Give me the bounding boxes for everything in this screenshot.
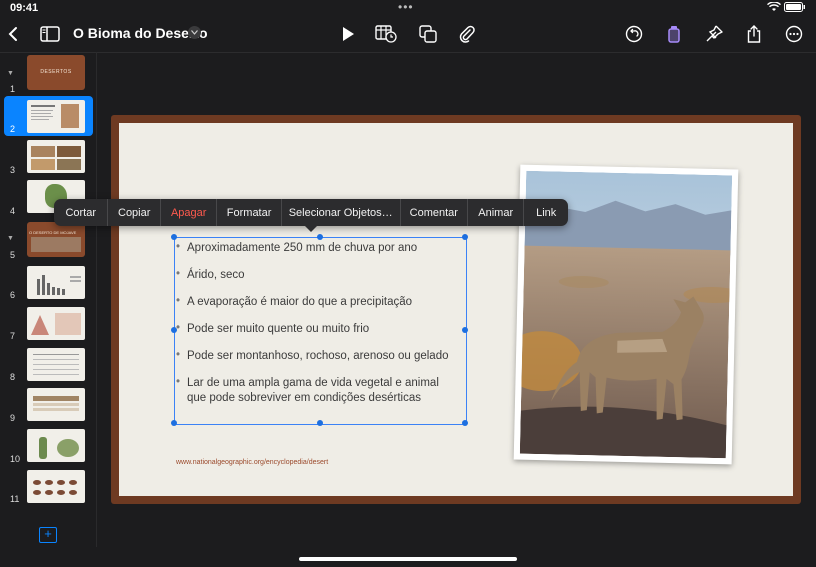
context-menu-caret — [305, 226, 317, 232]
bullet-text: Pode ser montanhoso, rochoso, arenoso ou… — [187, 350, 449, 362]
menu-item-select-objects[interactable]: Selecionar Objetos… — [282, 199, 401, 226]
slide-thumbnail-1[interactable]: DESERTOS — [27, 55, 85, 90]
slide-number: 8 — [10, 372, 16, 382]
bullet-marker: • — [176, 295, 181, 307]
multitasking-dots-icon[interactable]: ••• — [398, 0, 414, 14]
slide-thumbnail-3[interactable] — [27, 140, 85, 173]
current-slide[interactable]: ´ • Aproximadamente 250 mm de chuva por … — [119, 123, 793, 496]
slide-thumbnail-2[interactable] — [27, 100, 85, 133]
battery-icon — [784, 2, 805, 12]
home-indicator[interactable] — [299, 557, 517, 561]
menu-item-cut[interactable]: Cortar — [54, 199, 109, 226]
status-bar: 09:41 ••• — [0, 0, 816, 16]
slide-thumbnail-11[interactable] — [27, 470, 85, 503]
resize-handle[interactable] — [171, 420, 177, 426]
resize-handle[interactable] — [462, 234, 468, 240]
resize-handle[interactable] — [462, 327, 468, 333]
bullet-text: A evaporação é maior do que a precipitaç… — [187, 296, 413, 308]
slide-number: 3 — [10, 165, 16, 175]
slide-thumbnail-6[interactable] — [27, 266, 85, 299]
wifi-icon — [767, 1, 782, 11]
bullet-marker: • — [176, 268, 181, 280]
bullet-text: Lar de uma ampla gama de vida vegetal e … — [187, 377, 439, 389]
table-chart-icon[interactable] — [374, 22, 398, 46]
back-chevron-icon[interactable] — [1, 22, 25, 46]
slide-number: 4 — [10, 206, 16, 216]
title-menu-chevron-icon[interactable] — [188, 26, 201, 39]
thumbnail-title: DESERTOS — [40, 69, 72, 75]
slide-canvas: ´ • Aproximadamente 250 mm de chuva por … — [111, 115, 801, 504]
slide-thumbnail-7[interactable] — [27, 307, 85, 340]
thumbnail-title: O DESERTO DE MOJAVE — [29, 230, 77, 235]
bullet-text: que pode sobreviver em condições desérti… — [187, 392, 421, 404]
bullet-marker: • — [176, 322, 181, 334]
bullet-marker: • — [176, 241, 181, 253]
bullet-text: Aproximadamente 250 mm de chuva por ano — [187, 242, 418, 254]
share-icon[interactable] — [742, 22, 766, 46]
slide-number: 1 — [10, 84, 16, 94]
format-brush-icon[interactable] — [662, 22, 686, 46]
menu-item-link[interactable]: Link — [524, 199, 568, 226]
resize-handle[interactable] — [171, 234, 177, 240]
menu-item-comment[interactable]: Comentar — [401, 199, 468, 226]
slide-number: 7 — [10, 331, 16, 341]
resize-handle[interactable] — [462, 420, 468, 426]
bullet-text: Árido, seco — [187, 269, 245, 281]
slide-number: 6 — [10, 290, 16, 300]
status-time: 09:41 — [10, 2, 39, 14]
menu-item-format[interactable]: Formatar — [217, 199, 282, 226]
slide-thumbnail-8[interactable] — [27, 348, 85, 381]
shapes-icon[interactable] — [416, 22, 440, 46]
bullet-text: Pode ser muito quente ou muito frio — [187, 323, 370, 335]
pin-icon[interactable] — [702, 22, 726, 46]
slide-number: 11 — [10, 494, 20, 504]
slide-navigator: ▼ 1 DESERTOS 2 3 4 ▼ 5 O DESERTO DE MOJA… — [0, 52, 97, 547]
bullet-marker: • — [176, 376, 181, 388]
slide-thumbnail-9[interactable] — [27, 388, 85, 421]
toolbar: O Bioma do Deserto — [0, 16, 816, 53]
play-icon[interactable] — [336, 22, 360, 46]
slide-number: 2 — [10, 124, 16, 134]
slide-number: 9 — [10, 413, 16, 423]
status-icons — [767, 1, 806, 15]
slide-thumbnail-10[interactable] — [27, 429, 85, 462]
menu-item-animate[interactable]: Animar — [468, 199, 525, 226]
group-disclosure-icon[interactable]: ▼ — [7, 235, 14, 242]
bullet-marker: • — [176, 349, 181, 361]
undo-icon[interactable] — [622, 22, 646, 46]
slide-thumbnail-5[interactable]: O DESERTO DE MOJAVE — [27, 222, 85, 257]
menu-item-delete[interactable]: Apagar — [161, 199, 218, 226]
slide-number: 10 — [10, 454, 21, 464]
sidebar-toggle-icon[interactable] — [38, 22, 62, 46]
menu-item-copy[interactable]: Copiar — [108, 199, 161, 226]
paperclip-icon[interactable] — [455, 22, 479, 46]
context-menu: Cortar Copiar Apagar Formatar Selecionar… — [54, 199, 568, 226]
add-slide-button[interactable]: + — [39, 527, 57, 543]
slide-number: 5 — [10, 250, 16, 260]
source-url: www.nationalgeographic.org/encyclopedia/… — [176, 459, 329, 466]
group-disclosure-icon[interactable]: ▼ — [7, 70, 14, 77]
resize-handle[interactable] — [317, 234, 323, 240]
resize-handle[interactable] — [317, 420, 323, 426]
more-icon[interactable] — [782, 22, 806, 46]
